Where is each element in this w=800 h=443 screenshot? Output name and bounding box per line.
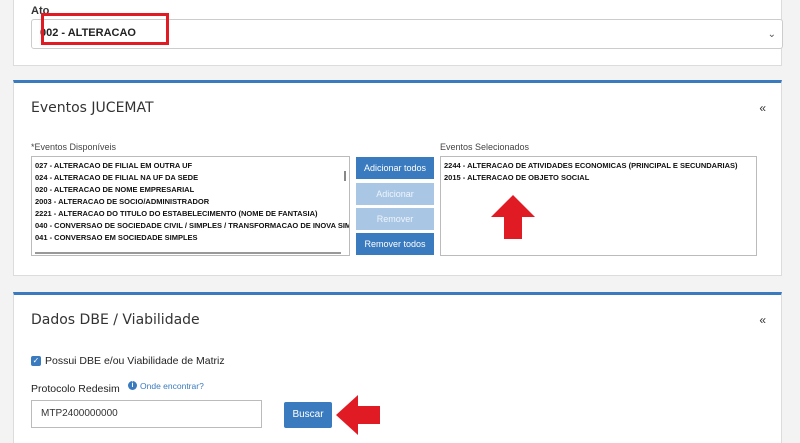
dados-panel: Dados DBE / Viabilidade « ✓ Possui DBE e…: [13, 292, 782, 443]
list-item[interactable]: 027 - ALTERACAO DE FILIAL EM OUTRA UF: [32, 160, 349, 172]
info-link[interactable]: Onde encontrar?: [140, 381, 204, 391]
dbe-checkbox[interactable]: ✓: [31, 356, 41, 366]
list-item[interactable]: 2244 - ALTERACAO DE ATIVIDADES ECONOMICA…: [441, 160, 756, 172]
left-arrow-icon: [336, 395, 380, 435]
list-item[interactable]: 040 - CONVERSAO DE SOCIEDADE CIVIL / SIM…: [32, 220, 349, 232]
list-item[interactable]: 041 - CONVERSAO EM SOCIEDADE SIMPLES: [32, 232, 349, 244]
list-item[interactable]: 020 - ALTERACAO DE NOME EMPRESARIAL: [32, 184, 349, 196]
add-button[interactable]: Adicionar: [356, 183, 434, 205]
eventos-title: Eventos JUCEMAT: [31, 100, 154, 116]
selected-listbox[interactable]: 2244 - ALTERACAO DE ATIVIDADES ECONOMICA…: [440, 156, 757, 256]
available-listbox[interactable]: 027 - ALTERACAO DE FILIAL EM OUTRA UF 02…: [31, 156, 350, 256]
eventos-panel: Eventos JUCEMAT « *Eventos Disponíveis 0…: [13, 80, 782, 276]
list-item[interactable]: 2221 - ALTERACAO DO TITULO DO ESTABELECI…: [32, 208, 349, 220]
collapse-icon[interactable]: «: [759, 313, 766, 327]
highlight-box: [41, 13, 169, 45]
chevron-down-icon: ⌄: [767, 29, 776, 40]
buscar-button[interactable]: Buscar: [284, 402, 332, 428]
collapse-icon[interactable]: «: [759, 101, 766, 115]
checkbox-label[interactable]: Possui DBE e/ou Viabilidade de Matriz: [45, 355, 225, 367]
selected-label: Eventos Selecionados: [440, 142, 530, 152]
list-item[interactable]: 024 - ALTERACAO DE FILIAL NA UF DA SEDE: [32, 172, 349, 184]
remove-all-button[interactable]: Remover todos: [356, 233, 434, 255]
protocolo-input[interactable]: MTP2400000000: [31, 400, 262, 428]
list-item[interactable]: 2003 - ALTERACAO DE SOCIO/ADMINISTRADOR: [32, 196, 349, 208]
protocolo-label: Protocolo Redesim: [31, 383, 120, 395]
up-arrow-icon: [491, 195, 535, 239]
scrollbar[interactable]: [344, 171, 346, 181]
info-icon[interactable]: i: [128, 381, 137, 390]
dados-title: Dados DBE / Viabilidade: [31, 312, 200, 328]
add-all-button[interactable]: Adicionar todos: [356, 157, 434, 179]
list-item[interactable]: 2015 - ALTERACAO DE OBJETO SOCIAL: [441, 172, 756, 184]
ato-panel: Ato 002 - ALTERACAO ⌄: [13, 0, 783, 66]
remove-button[interactable]: Remover: [356, 208, 434, 230]
available-label: *Eventos Disponíveis: [31, 142, 117, 152]
horizontal-scrollbar[interactable]: [35, 252, 341, 254]
